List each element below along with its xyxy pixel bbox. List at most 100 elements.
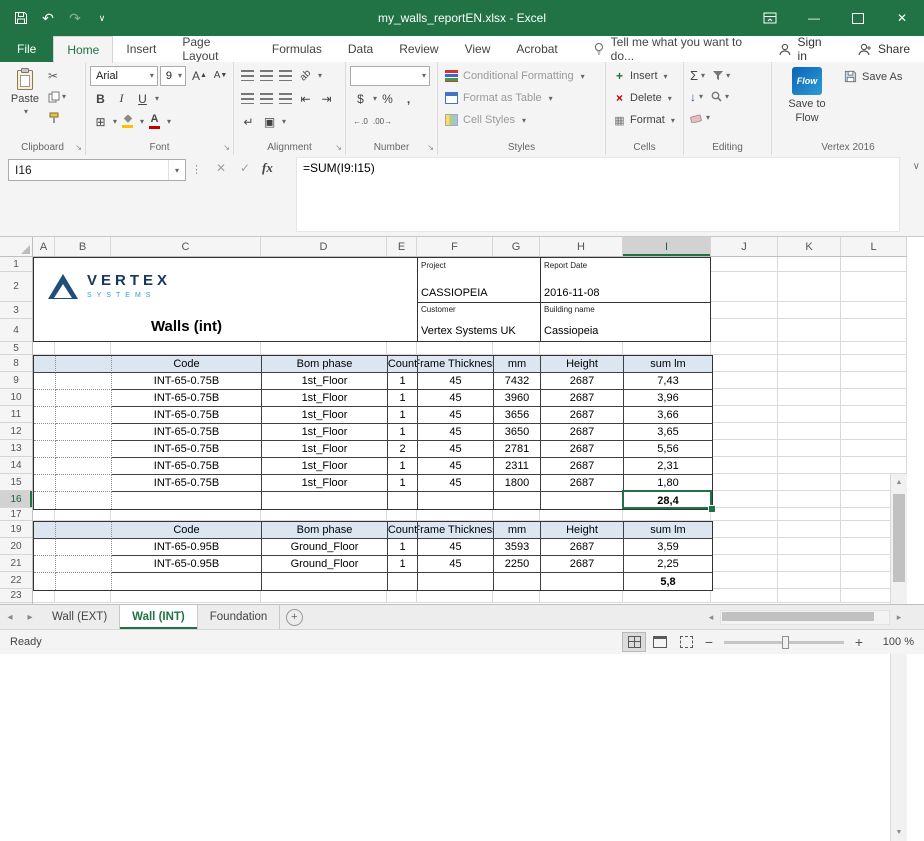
cell-E11[interactable]: 1 [388, 407, 418, 424]
cell-E8[interactable]: Count [388, 356, 418, 373]
cell-B10[interactable] [56, 390, 112, 407]
vertical-scrollbar[interactable]: ▲ ▼ [890, 474, 907, 841]
copy-button[interactable]: ▾ [48, 88, 66, 105]
column-header-F[interactable]: F [417, 237, 493, 256]
bold-button[interactable]: B [90, 89, 111, 108]
cell-G10[interactable]: 3960 [494, 390, 541, 407]
cell-G16[interactable] [494, 492, 541, 509]
page-layout-view-button[interactable] [648, 632, 672, 652]
cell-F16[interactable] [418, 492, 494, 509]
cell-E20[interactable]: 1 [388, 539, 418, 556]
cell-G20[interactable]: 3593 [494, 539, 541, 556]
cell-C19[interactable]: Code [112, 522, 262, 539]
fill-handle[interactable] [708, 505, 716, 513]
cell-B19[interactable] [56, 522, 112, 539]
cell-C15[interactable]: INT-65-0.75B [112, 475, 262, 492]
cell-E14[interactable]: 1 [388, 458, 418, 475]
sheet-nav-left[interactable]: ◂ [0, 605, 20, 629]
row-header-9[interactable]: 9 [0, 372, 32, 389]
font-dialog-launcher[interactable]: ↘ [223, 144, 230, 152]
cell-H15[interactable]: 2687 [541, 475, 624, 492]
cell-styles-button[interactable]: Cell Styles ▾ [442, 109, 603, 131]
cell-A21[interactable] [34, 556, 56, 573]
formula-input[interactable]: =SUM(I9:I15) [296, 157, 900, 232]
align-bottom-button[interactable] [279, 70, 292, 81]
ribbon-tab-formulas[interactable]: Formulas [259, 36, 335, 62]
insert-cells-button[interactable]: + Insert ▾ [610, 65, 681, 87]
cell-C21[interactable]: INT-65-0.95B [112, 556, 262, 573]
column-header-D[interactable]: D [261, 237, 387, 256]
zoom-slider[interactable] [724, 641, 844, 644]
cell-D19[interactable]: Bom phase [262, 522, 388, 539]
cell-G14[interactable]: 2311 [494, 458, 541, 475]
cell-A11[interactable] [34, 407, 56, 424]
cell-G13[interactable]: 2781 [494, 441, 541, 458]
ribbon-tab-insert[interactable]: Insert [113, 36, 169, 62]
normal-view-button[interactable] [622, 632, 646, 652]
formula-bar-resize-handle[interactable]: ⋮ [191, 163, 202, 176]
row-header-10[interactable]: 10 [0, 389, 32, 406]
row-header-20[interactable]: 20 [0, 538, 32, 555]
align-center-button[interactable] [260, 93, 273, 104]
redo-button[interactable]: ↷ [62, 5, 88, 31]
percent-style-button[interactable]: % [377, 89, 398, 108]
number-format-select[interactable]: ▾ [350, 66, 430, 86]
cell-C13[interactable]: INT-65-0.75B [112, 441, 262, 458]
cell-H10[interactable]: 2687 [541, 390, 624, 407]
cell-D16[interactable] [262, 492, 388, 509]
fill-color-button[interactable] [117, 112, 138, 131]
row-header-15[interactable]: 15 [0, 474, 32, 491]
paste-button[interactable]: Paste ▾ [4, 65, 46, 116]
cell-F20[interactable]: 45 [418, 539, 494, 556]
cell-A14[interactable] [34, 458, 56, 475]
decrease-font-size-button[interactable]: A▼ [210, 66, 231, 85]
horizontal-scroll-thumb[interactable] [722, 612, 874, 621]
cell-F14[interactable]: 45 [418, 458, 494, 475]
row-header-8[interactable]: 8 [0, 355, 32, 372]
column-header-A[interactable]: A [33, 237, 55, 256]
confirm-entry-button[interactable]: ✓ [234, 161, 256, 175]
cell-A12[interactable] [34, 424, 56, 441]
cell-I20[interactable]: 3,59 [624, 539, 712, 556]
row-header-1[interactable]: 1 [0, 257, 32, 272]
ribbon-tab-home[interactable]: Home [53, 36, 113, 63]
format-as-table-button[interactable]: Format as Table ▾ [442, 87, 603, 109]
cell-H19[interactable]: Height [541, 522, 624, 539]
cell-B22[interactable] [56, 573, 112, 590]
cell-D9[interactable]: 1st_Floor [262, 373, 388, 390]
cell-F8[interactable]: Frame Thickness [418, 356, 494, 373]
row-header-16[interactable]: 16 [0, 491, 32, 508]
align-middle-button[interactable] [260, 70, 273, 81]
cell-I21[interactable]: 2,25 [624, 556, 712, 573]
ribbon-tab-acrobat[interactable]: Acrobat [503, 36, 570, 62]
cell-E19[interactable]: Count [388, 522, 418, 539]
cell-H8[interactable]: Height [541, 356, 624, 373]
cell-E9[interactable]: 1 [388, 373, 418, 390]
ribbon-display-options-button[interactable] [748, 0, 792, 36]
cell-G8[interactable]: mm [494, 356, 541, 373]
cell-I9[interactable]: 7,43 [624, 373, 712, 390]
cell-B20[interactable] [56, 539, 112, 556]
close-button[interactable]: ✕ [880, 0, 924, 36]
cell-D14[interactable]: 1st_Floor [262, 458, 388, 475]
row-header-17[interactable]: 17 [0, 508, 32, 521]
select-all-corner[interactable] [0, 237, 33, 257]
fill-button[interactable]: ↓▾ [690, 90, 703, 104]
cell-D21[interactable]: Ground_Floor [262, 556, 388, 573]
cell-B11[interactable] [56, 407, 112, 424]
name-box-caret[interactable]: ▾ [168, 160, 185, 180]
cell-D13[interactable]: 1st_Floor [262, 441, 388, 458]
cell-C11[interactable]: INT-65-0.75B [112, 407, 262, 424]
borders-button[interactable]: ⊞ [90, 112, 111, 131]
cell-I10[interactable]: 3,96 [624, 390, 712, 407]
collapse-formula-bar-button[interactable]: ∨ [913, 161, 920, 172]
cell-E10[interactable]: 1 [388, 390, 418, 407]
row-header-2[interactable]: 2 [0, 272, 32, 302]
vertical-scroll-thumb[interactable] [893, 494, 905, 582]
tell-me-box[interactable]: Tell me what you want to do... [593, 36, 768, 62]
horizontal-scrollbar[interactable]: ◂ ▸ [704, 605, 924, 629]
cell-A22[interactable] [34, 573, 56, 590]
sheet-tab-foundation[interactable]: Foundation [198, 605, 281, 629]
ribbon-tab-data[interactable]: Data [335, 36, 386, 62]
italic-button[interactable]: I [111, 89, 132, 108]
